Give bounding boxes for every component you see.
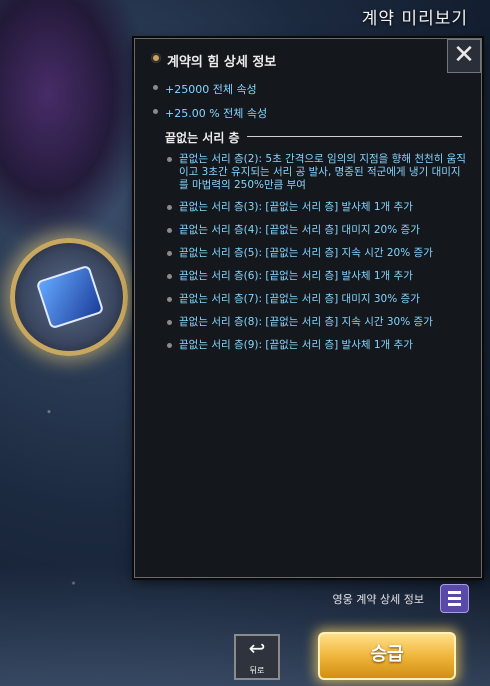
- effect-item: 끝없는 서리 층(9): [끝없는 서리 층] 발사체 1개 추가: [167, 339, 469, 352]
- bullet-icon: [167, 205, 172, 210]
- bullet-icon: [167, 274, 172, 279]
- bullet-icon: [167, 343, 172, 348]
- section-divider: [247, 136, 462, 137]
- bullet-icon: [167, 157, 172, 162]
- close-button[interactable]: ✕: [447, 39, 481, 73]
- bullet-icon: [167, 251, 172, 256]
- effect-item: 끝없는 서리 층(2): 5초 간격으로 임의의 지점을 향해 천천히 움직이고…: [167, 153, 469, 192]
- page-title: 계약 미리보기: [361, 9, 468, 29]
- stat-line: +25.00 % 전체 속성: [153, 105, 267, 121]
- frost-gem-icon: [35, 264, 105, 330]
- bullet-icon: [167, 228, 172, 233]
- close-icon: ✕: [453, 40, 475, 70]
- effect-item: 끝없는 서리 층(8): [끝없는 서리 층] 지속 시간 30% 증가: [167, 316, 469, 329]
- bullet-icon: [153, 109, 158, 114]
- back-button[interactable]: ↩ 뒤로: [234, 634, 280, 680]
- effect-item: 끝없는 서리 층(5): [끝없는 서리 층] 지속 시간 20% 증가: [167, 247, 469, 260]
- effect-item: 끝없는 서리 층(3): [끝없는 서리 층] 발사체 1개 추가: [167, 201, 469, 214]
- contract-detail-panel: ✕ 계약의 힘 상세 정보 +25000 전체 속성 +25.00 % 전체 속…: [134, 38, 482, 578]
- effect-item: 끝없는 서리 층(6): [끝없는 서리 층] 발사체 1개 추가: [167, 270, 469, 283]
- bullet-icon: [167, 320, 172, 325]
- hero-contract-info-button[interactable]: [440, 584, 469, 613]
- bullet-icon: [167, 297, 172, 302]
- back-arrow-icon: ↩: [248, 636, 266, 660]
- section-title: 끝없는 서리 층: [165, 131, 240, 145]
- contract-orb: [10, 238, 128, 356]
- hero-contract-info-label: 영웅 계약 상세 정보: [332, 593, 424, 606]
- effect-item: 끝없는 서리 층(4): [끝없는 서리 층] 대미지 20% 증가: [167, 224, 469, 237]
- effect-item: 끝없는 서리 층(7): [끝없는 서리 층] 대미지 30% 증가: [167, 293, 469, 306]
- title-bullet-icon: [151, 53, 161, 63]
- bullet-icon: [153, 85, 158, 90]
- panel-title: 계약의 힘 상세 정보: [151, 51, 276, 70]
- back-label: 뒤로: [249, 666, 265, 675]
- stat-line: +25000 전체 속성: [153, 81, 257, 97]
- upgrade-button[interactable]: 승급: [318, 632, 456, 680]
- background-dragon: [0, 0, 150, 250]
